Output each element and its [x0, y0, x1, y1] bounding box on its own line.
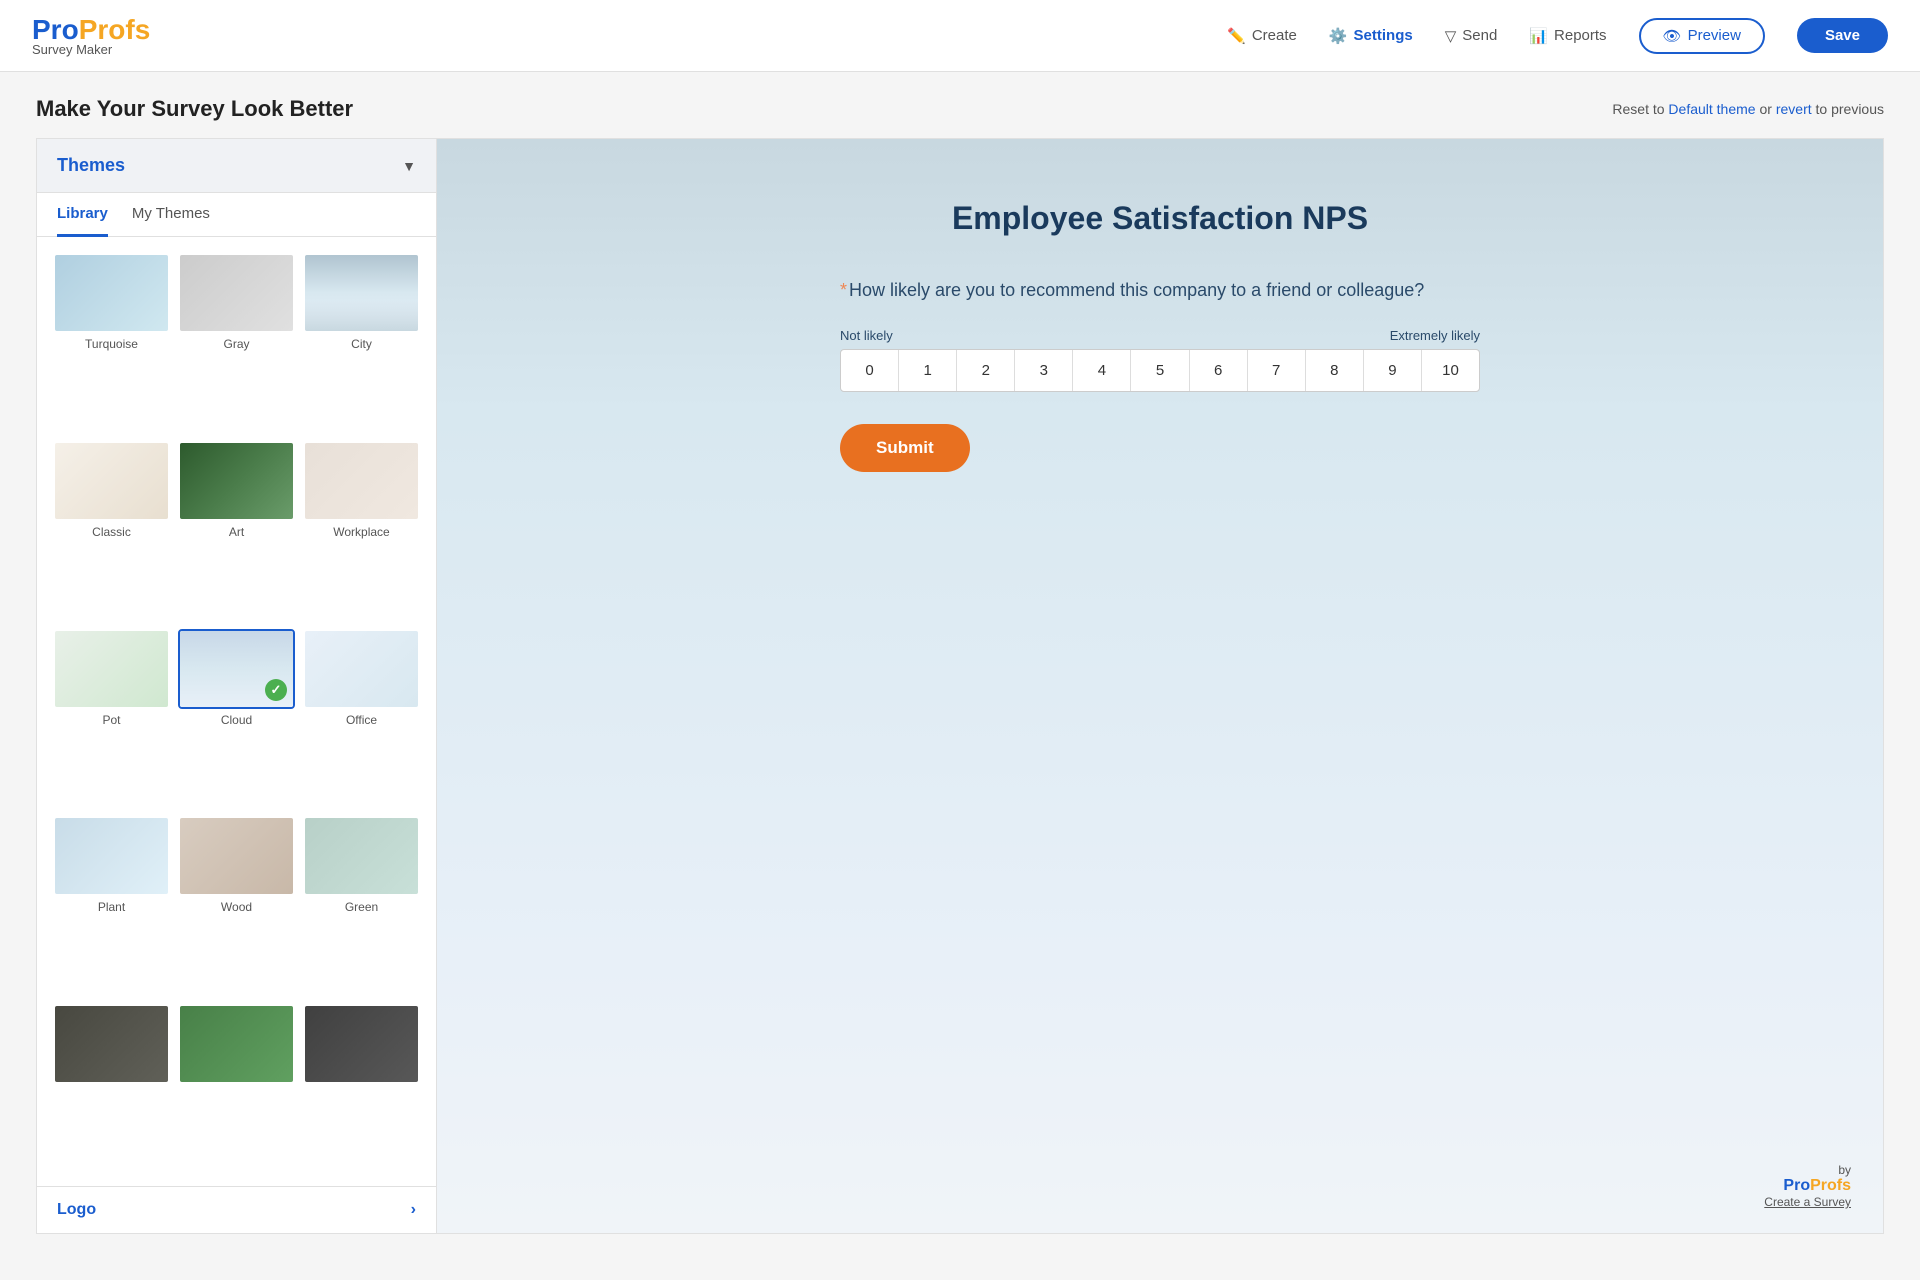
logo-section[interactable]: Logo ›: [37, 1186, 436, 1233]
theme-item-pot[interactable]: Pot: [53, 629, 170, 809]
revert-suffix: to previous: [1816, 101, 1884, 117]
logo-pro: Pro: [32, 14, 79, 45]
theme-label-pot: Pot: [102, 713, 120, 727]
theme-item-art[interactable]: Art: [178, 441, 295, 621]
theme-item-workplace[interactable]: Workplace: [303, 441, 420, 621]
themes-grid: Turquoise Gray City Classic Art Workplace Pot ✓…: [37, 237, 436, 1186]
nps-cell-5[interactable]: 5: [1131, 350, 1189, 391]
theme-item-green[interactable]: Green: [303, 816, 420, 996]
nps-cell-1[interactable]: 1: [899, 350, 957, 391]
theme-item-dark1[interactable]: [53, 1004, 170, 1170]
reset-text: Reset to: [1612, 101, 1664, 117]
or-text: or: [1759, 101, 1775, 117]
required-marker: *: [840, 280, 847, 300]
save-button[interactable]: Save: [1797, 18, 1888, 53]
theme-label-plant: Plant: [98, 900, 125, 914]
theme-item-gray[interactable]: Gray: [178, 253, 295, 433]
nav-bar: ✏️ Create ⚙️ Settings ▽ Send 📊 Reports 👁…: [1227, 18, 1888, 54]
nps-cell-9[interactable]: 9: [1364, 350, 1422, 391]
nps-cell-0[interactable]: 0: [841, 350, 899, 391]
preview-footer: by ProProfs Create a Survey: [1764, 1163, 1851, 1209]
nps-labels: Not likely Extremely likely: [840, 328, 1480, 343]
theme-item-city[interactable]: City: [303, 253, 420, 433]
nav-create-label: Create: [1252, 27, 1297, 44]
default-theme-link[interactable]: Default theme: [1668, 101, 1755, 117]
theme-item-classic[interactable]: Classic: [53, 441, 170, 621]
nps-cell-3[interactable]: 3: [1015, 350, 1073, 391]
nps-cell-8[interactable]: 8: [1306, 350, 1364, 391]
nps-cell-10[interactable]: 10: [1422, 350, 1479, 391]
theme-label-art: Art: [229, 525, 244, 539]
preview-button[interactable]: 👁 Preview: [1639, 18, 1765, 54]
tab-library[interactable]: Library: [57, 193, 108, 237]
nav-send-label: Send: [1462, 27, 1497, 44]
reset-bar: Reset to Default theme or revert to prev…: [1612, 101, 1884, 117]
reports-icon: 📊: [1529, 27, 1548, 45]
theme-item-office[interactable]: Office: [303, 629, 420, 809]
theme-item-dark2[interactable]: [178, 1004, 295, 1170]
nps-cell-6[interactable]: 6: [1190, 350, 1248, 391]
theme-label-cloud: Cloud: [221, 713, 252, 727]
footer-by-label: by: [1838, 1163, 1851, 1177]
footer-logo: ProProfs: [1783, 1177, 1851, 1195]
eye-icon: 👁: [1663, 27, 1682, 45]
theme-selected-check: ✓: [265, 679, 287, 701]
theme-label-gray: Gray: [223, 337, 249, 351]
logo-subtitle: Survey Maker: [32, 42, 150, 57]
theme-label-workplace: Workplace: [333, 525, 389, 539]
survey-question: *How likely are you to recommend this co…: [840, 277, 1480, 304]
tab-my-themes[interactable]: My Themes: [132, 193, 210, 237]
submit-button[interactable]: Submit: [840, 424, 970, 472]
logo-profs: Profs: [79, 14, 151, 45]
logo: ProProfs Survey Maker: [32, 14, 150, 57]
theme-label-office: Office: [346, 713, 377, 727]
theme-item-turquoise[interactable]: Turquoise: [53, 253, 170, 433]
survey-title: Employee Satisfaction NPS: [840, 199, 1480, 237]
nps-cell-2[interactable]: 2: [957, 350, 1015, 391]
nps-cell-7[interactable]: 7: [1248, 350, 1306, 391]
theme-label-classic: Classic: [92, 525, 131, 539]
page-titlebar: Make Your Survey Look Better Reset to De…: [0, 72, 1920, 138]
theme-item-wood[interactable]: Wood: [178, 816, 295, 996]
theme-label-wood: Wood: [221, 900, 252, 914]
header: ProProfs Survey Maker ✏️ Create ⚙️ Setti…: [0, 0, 1920, 72]
nps-scale: 012345678910: [840, 349, 1480, 392]
nav-reports-label: Reports: [1554, 27, 1607, 44]
nps-min-label: Not likely: [840, 328, 893, 343]
create-survey-link[interactable]: Create a Survey: [1764, 1195, 1851, 1209]
nav-reports[interactable]: 📊 Reports: [1529, 27, 1606, 45]
revert-link[interactable]: revert: [1776, 101, 1812, 117]
theme-item-dark3[interactable]: [303, 1004, 420, 1170]
nps-max-label: Extremely likely: [1390, 328, 1480, 343]
themes-title: Themes: [57, 155, 125, 176]
dropdown-icon[interactable]: ▼: [402, 158, 416, 174]
nav-settings[interactable]: ⚙️ Settings: [1329, 27, 1413, 45]
nav-settings-label: Settings: [1354, 27, 1413, 44]
send-icon: ▽: [1445, 27, 1457, 45]
logo-section-arrow: ›: [411, 1201, 416, 1219]
themes-sidebar: Themes ▼ Library My Themes Turquoise Gray…: [36, 138, 436, 1234]
survey-preview: Employee Satisfaction NPS *How likely ar…: [436, 138, 1884, 1234]
theme-item-plant[interactable]: Plant: [53, 816, 170, 996]
sidebar-tabs: Library My Themes: [37, 193, 436, 237]
nav-send[interactable]: ▽ Send: [1445, 27, 1498, 45]
gear-icon: ⚙️: [1329, 27, 1348, 45]
sidebar-header: Themes ▼: [37, 139, 436, 193]
theme-label-green: Green: [345, 900, 378, 914]
page-title: Make Your Survey Look Better: [36, 96, 353, 122]
theme-label-turquoise: Turquoise: [85, 337, 138, 351]
nps-cell-4[interactable]: 4: [1073, 350, 1131, 391]
nav-create[interactable]: ✏️ Create: [1227, 27, 1297, 45]
logo-section-label: Logo: [57, 1201, 96, 1219]
theme-label-city: City: [351, 337, 372, 351]
create-icon: ✏️: [1227, 27, 1246, 45]
survey-container: Employee Satisfaction NPS *How likely ar…: [840, 199, 1480, 472]
main-layout: Themes ▼ Library My Themes Turquoise Gray…: [0, 138, 1920, 1258]
theme-item-cloud[interactable]: ✓ Cloud: [178, 629, 295, 809]
